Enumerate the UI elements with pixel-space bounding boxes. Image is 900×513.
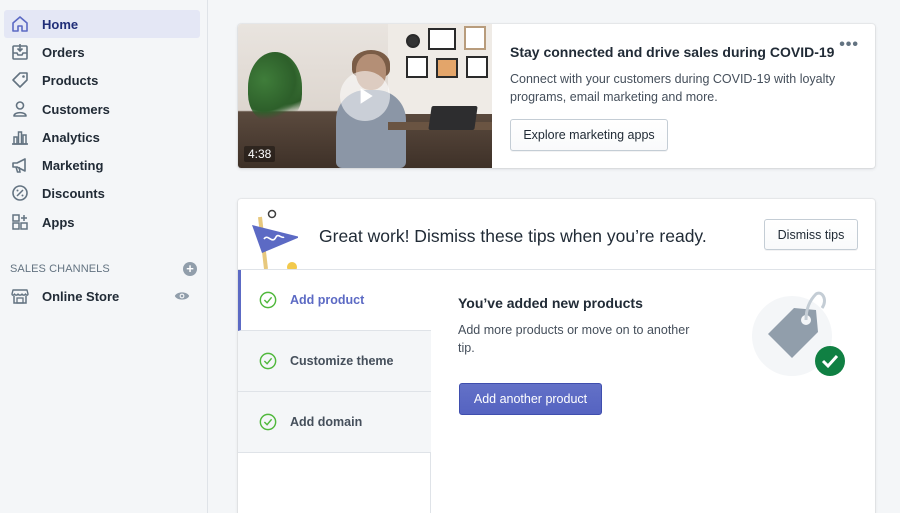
orders-icon [9, 41, 31, 63]
person-icon [9, 98, 31, 120]
sidebar: Home Orders Products Customers Analytics… [0, 0, 208, 513]
tips-heading: Great work! Dismiss these tips when you’… [319, 226, 707, 246]
check-circle-icon [259, 291, 277, 309]
sales-channels-header: SALES CHANNELS + [10, 262, 200, 276]
video-thumbnail[interactable]: 4:38 [238, 24, 492, 168]
explore-marketing-apps-button[interactable]: Explore marketing apps [510, 119, 668, 151]
tip-label: Add domain [290, 415, 363, 429]
tips-list: Add product Customize theme Add domain [238, 270, 431, 513]
sidebar-item-label: Apps [42, 214, 75, 230]
tip-add-domain[interactable]: Add domain [238, 392, 431, 453]
discount-icon [9, 182, 31, 204]
check-circle-icon [259, 352, 277, 370]
add-another-product-button[interactable]: Add another product [459, 383, 602, 415]
sidebar-item-online-store[interactable]: Online Store [4, 282, 200, 310]
flag-illustration [252, 209, 298, 269]
video-card-description: Connect with your customers during COVID… [510, 72, 836, 104]
dismiss-tips-button[interactable]: Dismiss tips [764, 219, 858, 250]
sidebar-item-label: Customers [42, 101, 110, 117]
video-card-title: Stay connected and drive sales during CO… [510, 44, 835, 60]
sidebar-item-orders[interactable]: Orders [4, 38, 200, 66]
sidebar-item-marketing[interactable]: Marketing [4, 151, 200, 179]
sidebar-item-label: Home [42, 16, 79, 32]
sidebar-item-label: Discounts [42, 185, 105, 201]
product-tag-illustration [752, 291, 845, 376]
sidebar-item-label: Online Store [42, 288, 120, 304]
marketing-video-card: 4:38 Stay connected and drive sales duri… [238, 24, 875, 168]
sidebar-item-home[interactable]: Home [4, 10, 200, 38]
sidebar-item-discounts[interactable]: Discounts [4, 179, 200, 207]
tip-label: Add product [290, 293, 365, 307]
eye-icon[interactable] [174, 288, 190, 304]
active-tip-title: You’ve added new products [458, 295, 643, 311]
sidebar-item-label: Marketing [42, 157, 104, 173]
sidebar-item-apps[interactable]: Apps [4, 208, 200, 236]
store-icon [9, 285, 31, 307]
apps-icon [9, 211, 31, 233]
tip-customize-theme[interactable]: Customize theme [238, 331, 431, 392]
tip-add-product[interactable]: Add product [238, 270, 431, 331]
tip-label: Customize theme [290, 354, 394, 368]
sales-channels-label: SALES CHANNELS [10, 263, 110, 275]
sidebar-item-label: Orders [42, 44, 85, 60]
tips-header: Great work! Dismiss these tips when you’… [238, 199, 875, 270]
tag-icon [9, 69, 31, 91]
setup-tips-card: Great work! Dismiss these tips when you’… [238, 199, 875, 513]
sidebar-item-products[interactable]: Products [4, 66, 200, 94]
sidebar-item-analytics[interactable]: Analytics [4, 123, 200, 151]
active-tip-description: Add more products or move on to another … [458, 323, 690, 355]
video-duration: 4:38 [244, 146, 276, 162]
add-sales-channel-icon[interactable]: + [183, 262, 197, 276]
home-icon [9, 13, 31, 35]
megaphone-icon [9, 154, 31, 176]
check-circle-icon [259, 413, 277, 431]
sidebar-item-label: Analytics [42, 129, 100, 145]
sidebar-item-label: Products [42, 72, 99, 88]
more-actions-icon[interactable]: ••• [839, 36, 859, 54]
play-icon[interactable] [340, 71, 390, 121]
sidebar-item-customers[interactable]: Customers [4, 95, 200, 123]
bar-chart-icon [9, 126, 31, 148]
